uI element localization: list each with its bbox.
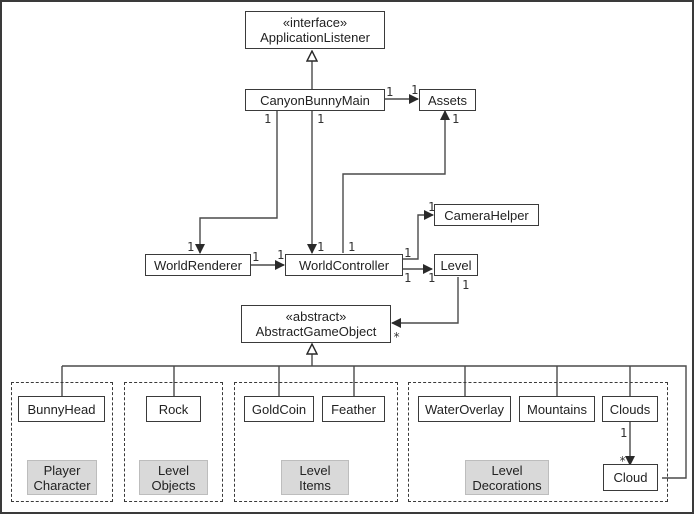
class-feather[interactable]: Feather xyxy=(322,396,385,422)
class-world-controller[interactable]: WorldController xyxy=(285,254,403,276)
mult-controller-camera-dst: 1 xyxy=(428,200,436,214)
mult-level-ago-dst: * xyxy=(393,330,401,344)
class-application-listener[interactable]: «interface» ApplicationListener xyxy=(245,11,385,49)
class-name: Rock xyxy=(158,401,189,417)
mult-controller-assets-dst: 1 xyxy=(452,112,460,126)
class-name: WorldController xyxy=(298,257,390,273)
class-camera-helper[interactable]: CameraHelper xyxy=(434,204,539,226)
mult-controller-level-src: 1 xyxy=(404,271,412,285)
class-gold-coin[interactable]: GoldCoin xyxy=(244,396,314,422)
class-name: Feather xyxy=(331,401,376,417)
stereotype-label: «interface» xyxy=(282,15,348,30)
class-cloud[interactable]: Cloud xyxy=(603,464,658,491)
mult-main-assets-src: 1 xyxy=(386,85,394,99)
mult-renderer-controller-src: 1 xyxy=(252,250,260,264)
class-canyon-bunny-main[interactable]: CanyonBunnyMain xyxy=(245,89,385,111)
class-world-renderer[interactable]: WorldRenderer xyxy=(145,254,251,276)
class-name: ApplicationListener xyxy=(260,30,370,45)
class-name: Assets xyxy=(427,92,467,108)
class-name: WorldRenderer xyxy=(154,257,242,273)
level-to-abstract xyxy=(391,277,459,328)
class-name: Level xyxy=(440,257,472,273)
mult-clouds-cloud-dst: * xyxy=(619,454,627,468)
class-bunny-head[interactable]: BunnyHead xyxy=(18,396,105,422)
class-name: GoldCoin xyxy=(251,401,307,417)
stereotype-label: «abstract» xyxy=(285,309,347,324)
class-name: WaterOverlay xyxy=(425,401,504,417)
mult-controller-level-dst: 1 xyxy=(428,271,436,285)
mult-main-renderer-src: 1 xyxy=(264,112,272,126)
class-water-overlay[interactable]: WaterOverlay xyxy=(418,396,511,422)
class-name: AbstractGameObject xyxy=(255,324,377,339)
class-name: Clouds xyxy=(609,401,651,417)
class-level[interactable]: Level xyxy=(434,254,478,276)
class-assets[interactable]: Assets xyxy=(419,89,476,111)
tag-level-items: Level Items xyxy=(281,460,349,495)
mult-main-controller-src: 1 xyxy=(317,112,325,126)
class-name: BunnyHead xyxy=(27,401,96,417)
controller-to-assets xyxy=(342,110,450,253)
class-rock[interactable]: Rock xyxy=(146,396,201,422)
mult-main-assets-dst: 1 xyxy=(411,83,419,97)
mult-controller-to-assets-src: 1 xyxy=(348,240,356,254)
mult-renderer-controller-dst: 1 xyxy=(277,248,285,262)
tag-player-character: Player Character xyxy=(27,460,97,495)
mult-level-ago-src: 1 xyxy=(462,278,470,292)
class-name: CameraHelper xyxy=(444,207,529,223)
main-to-renderer xyxy=(195,110,278,254)
tag-level-decorations: Level Decorations xyxy=(465,460,549,495)
class-abstract-game-object[interactable]: «abstract» AbstractGameObject xyxy=(241,305,391,343)
class-name: Cloud xyxy=(613,470,648,485)
mult-controller-camera-src: 1 xyxy=(404,246,412,260)
mult-clouds-cloud-src: 1 xyxy=(620,426,628,440)
mult-controller-from-main: 1 xyxy=(317,240,325,254)
class-clouds[interactable]: Clouds xyxy=(602,396,658,422)
mult-renderer-from-main: 1 xyxy=(187,240,195,254)
class-mountains[interactable]: Mountains xyxy=(519,396,595,422)
class-name: Mountains xyxy=(527,401,587,417)
class-name: CanyonBunnyMain xyxy=(260,92,370,108)
tag-level-objects: Level Objects xyxy=(139,460,208,495)
